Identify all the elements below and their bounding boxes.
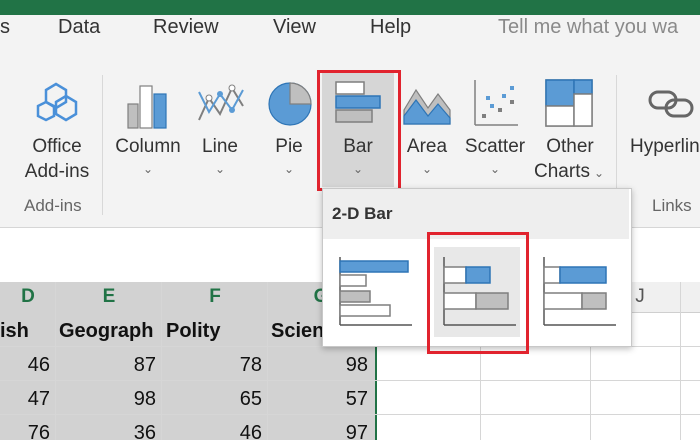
data-cell[interactable]: 46 <box>0 350 50 380</box>
area-chart-button[interactable]: Area ⌄ <box>400 72 454 190</box>
grid-line <box>0 380 700 381</box>
addins-group-label: Add-ins <box>24 196 82 215</box>
column-header-d[interactable]: D <box>0 282 56 312</box>
chevron-down-icon: ⌄ <box>421 162 433 176</box>
addins-label-line2: Add-ins <box>24 161 90 182</box>
header-cell[interactable]: ish <box>0 316 54 346</box>
other-charts-button[interactable]: Other Charts ⌄ <box>530 72 610 190</box>
menu-item-partial[interactable]: s <box>0 16 10 39</box>
chevron-down-icon: ⌄ <box>489 162 501 176</box>
line-chart-icon <box>198 84 244 121</box>
menu-item-data[interactable]: Data <box>58 16 100 39</box>
column-header-e[interactable]: E <box>56 282 162 312</box>
data-cell[interactable]: 98 <box>56 384 156 414</box>
data-cell[interactable]: 97 <box>268 418 368 448</box>
data-cell[interactable]: 57 <box>268 384 368 414</box>
pie-chart-button[interactable]: Pie ⌄ <box>262 72 316 190</box>
area-chart-icon <box>403 88 451 125</box>
area-label: Area <box>406 136 448 157</box>
grid-line <box>680 282 681 440</box>
data-cell[interactable]: 47 <box>0 384 50 414</box>
addins-label-line1: Office <box>32 136 82 157</box>
header-cell[interactable]: Polity <box>166 316 266 346</box>
data-cell[interactable]: 36 <box>56 418 156 448</box>
chevron-down-icon: ⌄ <box>214 162 226 176</box>
menu-item-review[interactable]: Review <box>153 16 219 39</box>
menu-item-view[interactable]: View <box>273 16 316 39</box>
chevron-down-icon: ⌄ <box>594 166 605 180</box>
data-cell[interactable]: 78 <box>162 350 262 380</box>
other-charts-icon <box>545 79 593 127</box>
title-bar <box>0 0 700 15</box>
links-group-label: Links <box>652 196 692 215</box>
column-header-f[interactable]: F <box>162 282 268 312</box>
ribbon-separator <box>102 75 103 215</box>
menu-item-help[interactable]: Help <box>370 16 411 39</box>
line-label: Line <box>202 136 238 157</box>
data-cell[interactable]: 76 <box>0 418 50 448</box>
scatter-label: Scatter <box>464 136 526 157</box>
column-chart-button[interactable]: Column ⌄ <box>110 72 186 190</box>
data-cell[interactable]: 46 <box>162 418 262 448</box>
100-percent-stacked-bar-option[interactable] <box>534 247 620 337</box>
data-cell[interactable]: 65 <box>162 384 262 414</box>
grid-line <box>0 414 700 415</box>
scatter-chart-button[interactable]: Scatter ⌄ <box>460 72 530 190</box>
column-chart-icon <box>127 85 167 129</box>
hyperlink-label: Hyperlin <box>630 136 700 157</box>
addins-hexagon-icon <box>36 82 78 122</box>
pie-label: Pie <box>275 136 303 157</box>
office-addins-button[interactable]: Office Add-ins <box>14 72 100 190</box>
clustered-bar-option[interactable] <box>330 247 416 337</box>
other-label-line1: Other <box>546 136 594 157</box>
link-chain-icon <box>648 90 694 118</box>
pie-chart-icon <box>268 82 312 126</box>
chevron-down-icon: ⌄ <box>142 162 154 176</box>
tell-me-search[interactable]: Tell me what you wa <box>498 16 678 39</box>
dropdown-section-title: 2-D Bar <box>332 204 393 223</box>
stacked-bar-highlight <box>427 232 529 354</box>
scatter-chart-icon <box>474 80 518 126</box>
bar-button-highlight <box>317 70 401 191</box>
column-label: Column <box>115 136 181 157</box>
hyperlink-button[interactable]: Hyperlin <box>628 72 700 190</box>
clustered-bar-icon <box>339 257 412 326</box>
chevron-down-icon: ⌄ <box>283 162 295 176</box>
data-cell[interactable]: 87 <box>56 350 156 380</box>
line-chart-button[interactable]: Line ⌄ <box>190 72 250 190</box>
header-cell[interactable]: Geograph <box>59 316 160 346</box>
percent-stacked-bar-icon <box>543 257 616 326</box>
data-cell[interactable]: 98 <box>268 350 368 380</box>
